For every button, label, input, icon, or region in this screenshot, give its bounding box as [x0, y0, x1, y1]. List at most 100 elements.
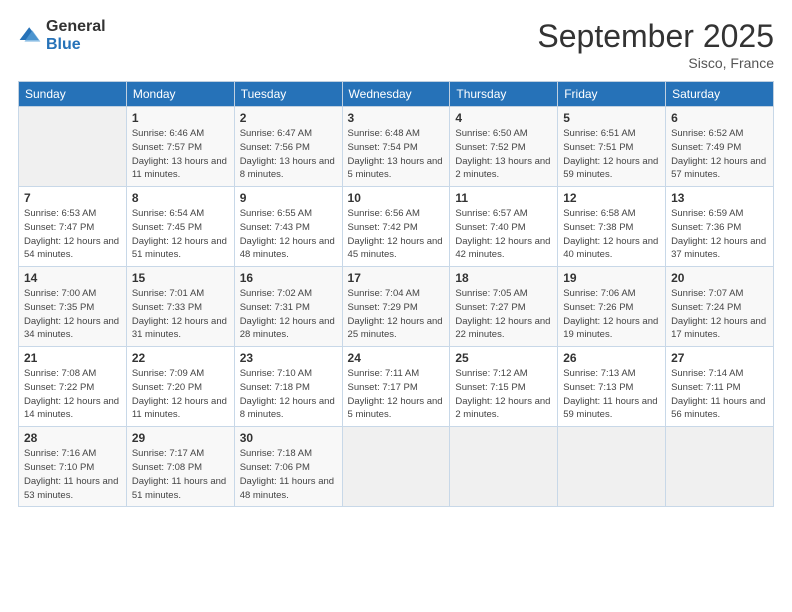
day-number: 10	[348, 191, 445, 205]
day-info: Sunrise: 6:57 AMSunset: 7:40 PMDaylight:…	[455, 207, 552, 262]
cell-2-0: 14 Sunrise: 7:00 AMSunset: 7:35 PMDaylig…	[19, 267, 127, 347]
cell-0-5: 5 Sunrise: 6:51 AMSunset: 7:51 PMDayligh…	[558, 107, 666, 187]
logo-general-text: General	[46, 18, 106, 36]
day-info: Sunrise: 7:01 AMSunset: 7:33 PMDaylight:…	[132, 287, 229, 342]
day-number: 7	[24, 191, 121, 205]
col-thursday: Thursday	[450, 82, 558, 107]
logo-icon	[18, 24, 42, 48]
day-info: Sunrise: 7:13 AMSunset: 7:13 PMDaylight:…	[563, 367, 660, 422]
day-number: 9	[240, 191, 337, 205]
cell-2-1: 15 Sunrise: 7:01 AMSunset: 7:33 PMDaylig…	[126, 267, 234, 347]
day-number: 11	[455, 191, 552, 205]
day-info: Sunrise: 6:47 AMSunset: 7:56 PMDaylight:…	[240, 127, 337, 182]
cell-4-6	[666, 427, 774, 507]
cell-4-2: 30 Sunrise: 7:18 AMSunset: 7:06 PMDaylig…	[234, 427, 342, 507]
day-info: Sunrise: 6:59 AMSunset: 7:36 PMDaylight:…	[671, 207, 768, 262]
day-number: 29	[132, 431, 229, 445]
day-number: 3	[348, 111, 445, 125]
cell-0-3: 3 Sunrise: 6:48 AMSunset: 7:54 PMDayligh…	[342, 107, 450, 187]
day-number: 23	[240, 351, 337, 365]
day-number: 8	[132, 191, 229, 205]
day-number: 12	[563, 191, 660, 205]
cell-2-2: 16 Sunrise: 7:02 AMSunset: 7:31 PMDaylig…	[234, 267, 342, 347]
day-info: Sunrise: 6:55 AMSunset: 7:43 PMDaylight:…	[240, 207, 337, 262]
day-number: 5	[563, 111, 660, 125]
day-number: 26	[563, 351, 660, 365]
col-saturday: Saturday	[666, 82, 774, 107]
cell-2-4: 18 Sunrise: 7:05 AMSunset: 7:27 PMDaylig…	[450, 267, 558, 347]
cell-1-2: 9 Sunrise: 6:55 AMSunset: 7:43 PMDayligh…	[234, 187, 342, 267]
col-sunday: Sunday	[19, 82, 127, 107]
day-number: 27	[671, 351, 768, 365]
day-info: Sunrise: 7:16 AMSunset: 7:10 PMDaylight:…	[24, 447, 121, 502]
cell-3-4: 25 Sunrise: 7:12 AMSunset: 7:15 PMDaylig…	[450, 347, 558, 427]
col-monday: Monday	[126, 82, 234, 107]
cell-1-1: 8 Sunrise: 6:54 AMSunset: 7:45 PMDayligh…	[126, 187, 234, 267]
day-info: Sunrise: 6:53 AMSunset: 7:47 PMDaylight:…	[24, 207, 121, 262]
logo: General Blue	[18, 18, 106, 53]
cell-0-6: 6 Sunrise: 6:52 AMSunset: 7:49 PMDayligh…	[666, 107, 774, 187]
cell-2-5: 19 Sunrise: 7:06 AMSunset: 7:26 PMDaylig…	[558, 267, 666, 347]
day-number: 2	[240, 111, 337, 125]
day-number: 20	[671, 271, 768, 285]
day-number: 19	[563, 271, 660, 285]
day-info: Sunrise: 7:11 AMSunset: 7:17 PMDaylight:…	[348, 367, 445, 422]
cell-0-2: 2 Sunrise: 6:47 AMSunset: 7:56 PMDayligh…	[234, 107, 342, 187]
day-info: Sunrise: 6:48 AMSunset: 7:54 PMDaylight:…	[348, 127, 445, 182]
day-info: Sunrise: 7:07 AMSunset: 7:24 PMDaylight:…	[671, 287, 768, 342]
day-info: Sunrise: 7:09 AMSunset: 7:20 PMDaylight:…	[132, 367, 229, 422]
cell-1-0: 7 Sunrise: 6:53 AMSunset: 7:47 PMDayligh…	[19, 187, 127, 267]
cell-4-4	[450, 427, 558, 507]
col-friday: Friday	[558, 82, 666, 107]
cell-0-4: 4 Sunrise: 6:50 AMSunset: 7:52 PMDayligh…	[450, 107, 558, 187]
day-number: 24	[348, 351, 445, 365]
day-info: Sunrise: 7:00 AMSunset: 7:35 PMDaylight:…	[24, 287, 121, 342]
day-info: Sunrise: 7:05 AMSunset: 7:27 PMDaylight:…	[455, 287, 552, 342]
cell-3-5: 26 Sunrise: 7:13 AMSunset: 7:13 PMDaylig…	[558, 347, 666, 427]
day-number: 6	[671, 111, 768, 125]
header: General Blue September 2025 Sisco, Franc…	[18, 18, 774, 71]
day-number: 4	[455, 111, 552, 125]
day-number: 15	[132, 271, 229, 285]
cell-4-1: 29 Sunrise: 7:17 AMSunset: 7:08 PMDaylig…	[126, 427, 234, 507]
header-row: Sunday Monday Tuesday Wednesday Thursday…	[19, 82, 774, 107]
page: General Blue September 2025 Sisco, Franc…	[0, 0, 792, 612]
day-info: Sunrise: 7:18 AMSunset: 7:06 PMDaylight:…	[240, 447, 337, 502]
day-info: Sunrise: 6:56 AMSunset: 7:42 PMDaylight:…	[348, 207, 445, 262]
calendar-header: Sunday Monday Tuesday Wednesday Thursday…	[19, 82, 774, 107]
cell-3-1: 22 Sunrise: 7:09 AMSunset: 7:20 PMDaylig…	[126, 347, 234, 427]
day-number: 22	[132, 351, 229, 365]
location: Sisco, France	[537, 55, 774, 71]
day-info: Sunrise: 6:46 AMSunset: 7:57 PMDaylight:…	[132, 127, 229, 182]
calendar-body: 1 Sunrise: 6:46 AMSunset: 7:57 PMDayligh…	[19, 107, 774, 507]
day-info: Sunrise: 7:17 AMSunset: 7:08 PMDaylight:…	[132, 447, 229, 502]
day-info: Sunrise: 7:10 AMSunset: 7:18 PMDaylight:…	[240, 367, 337, 422]
week-row-3: 21 Sunrise: 7:08 AMSunset: 7:22 PMDaylig…	[19, 347, 774, 427]
day-info: Sunrise: 7:04 AMSunset: 7:29 PMDaylight:…	[348, 287, 445, 342]
cell-4-5	[558, 427, 666, 507]
week-row-1: 7 Sunrise: 6:53 AMSunset: 7:47 PMDayligh…	[19, 187, 774, 267]
cell-3-0: 21 Sunrise: 7:08 AMSunset: 7:22 PMDaylig…	[19, 347, 127, 427]
day-number: 14	[24, 271, 121, 285]
day-number: 25	[455, 351, 552, 365]
calendar: Sunday Monday Tuesday Wednesday Thursday…	[18, 81, 774, 507]
day-number: 1	[132, 111, 229, 125]
day-info: Sunrise: 6:58 AMSunset: 7:38 PMDaylight:…	[563, 207, 660, 262]
day-number: 13	[671, 191, 768, 205]
cell-0-1: 1 Sunrise: 6:46 AMSunset: 7:57 PMDayligh…	[126, 107, 234, 187]
day-info: Sunrise: 6:50 AMSunset: 7:52 PMDaylight:…	[455, 127, 552, 182]
day-number: 28	[24, 431, 121, 445]
day-number: 17	[348, 271, 445, 285]
cell-2-3: 17 Sunrise: 7:04 AMSunset: 7:29 PMDaylig…	[342, 267, 450, 347]
day-info: Sunrise: 7:02 AMSunset: 7:31 PMDaylight:…	[240, 287, 337, 342]
cell-1-3: 10 Sunrise: 6:56 AMSunset: 7:42 PMDaylig…	[342, 187, 450, 267]
cell-3-6: 27 Sunrise: 7:14 AMSunset: 7:11 PMDaylig…	[666, 347, 774, 427]
day-info: Sunrise: 7:08 AMSunset: 7:22 PMDaylight:…	[24, 367, 121, 422]
day-info: Sunrise: 7:12 AMSunset: 7:15 PMDaylight:…	[455, 367, 552, 422]
week-row-2: 14 Sunrise: 7:00 AMSunset: 7:35 PMDaylig…	[19, 267, 774, 347]
logo-blue-text: Blue	[46, 36, 106, 54]
week-row-0: 1 Sunrise: 6:46 AMSunset: 7:57 PMDayligh…	[19, 107, 774, 187]
day-info: Sunrise: 6:52 AMSunset: 7:49 PMDaylight:…	[671, 127, 768, 182]
cell-1-6: 13 Sunrise: 6:59 AMSunset: 7:36 PMDaylig…	[666, 187, 774, 267]
day-info: Sunrise: 7:06 AMSunset: 7:26 PMDaylight:…	[563, 287, 660, 342]
